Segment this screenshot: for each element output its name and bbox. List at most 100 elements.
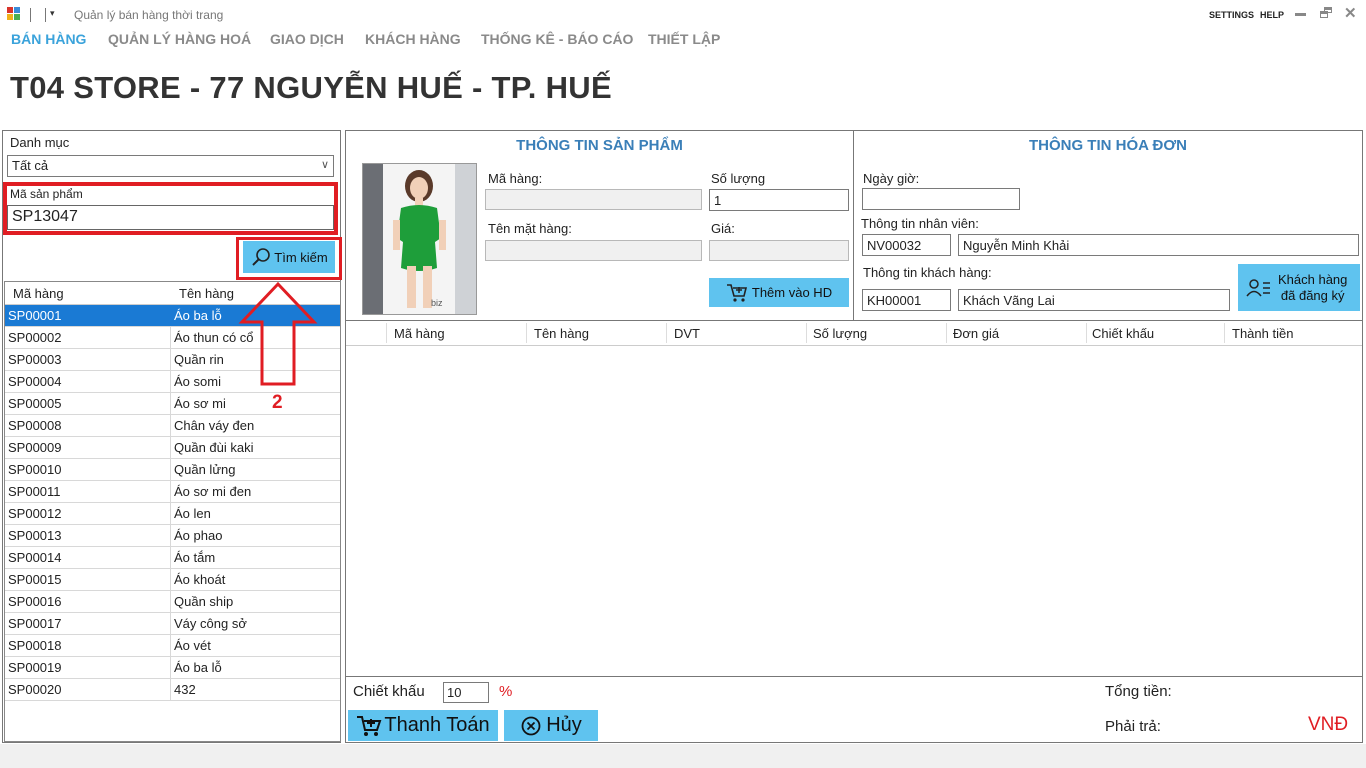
chevron-down-icon: ∨ — [320, 159, 329, 171]
cell-ten-hang: Áo ba lỗ — [174, 660, 222, 675]
status-bar — [0, 744, 1366, 768]
cell-ten-hang: 432 — [174, 682, 196, 697]
cell-ten-hang: Váy công sở — [174, 616, 247, 631]
cancel-button-label: Hủy — [546, 714, 582, 736]
column-header-dvt[interactable]: DVT — [674, 326, 700, 341]
table-row[interactable]: SP00010 Quần lửng — [5, 459, 340, 481]
product-code-input[interactable]: SP13047 — [7, 205, 334, 230]
search-button-label: Tìm kiếm — [274, 249, 328, 265]
cell-ten-hang: Áo vét — [174, 638, 211, 653]
column-header-don-gia[interactable]: Đơn giá — [953, 326, 999, 341]
app-icon — [7, 7, 20, 20]
cell-ten-hang: Áo sơ mi — [174, 396, 226, 411]
total-label: Tổng tiền: — [1105, 683, 1172, 700]
table-row[interactable]: SP00016 Quần ship — [5, 591, 340, 613]
product-name-label: Tên mặt hàng: — [488, 221, 572, 236]
cell-ten-hang: Áo khoát — [174, 572, 226, 587]
column-header-ten-hang[interactable]: Tên hàng — [534, 326, 589, 341]
toolbar-separator — [30, 8, 31, 22]
cell-ma-hang: SP00011 — [5, 481, 172, 502]
table-row[interactable]: SP00011 Áo sơ mi đen — [5, 481, 340, 503]
product-name-field[interactable] — [485, 240, 702, 261]
settings-link[interactable]: SETTINGS — [1209, 10, 1254, 20]
minimize-icon[interactable] — [1295, 13, 1306, 16]
cancel-button[interactable]: Hủy — [504, 710, 598, 741]
product-info-title: THÔNG TIN SẢN PHẨM — [516, 137, 683, 154]
cell-ten-hang: Quần ship — [174, 594, 234, 609]
column-header-ma-hang[interactable]: Mã hàng — [394, 326, 445, 341]
customer-name-field[interactable]: Khách Vãng Lai — [958, 289, 1230, 311]
quick-access-dropdown-icon[interactable]: ▾ — [50, 8, 55, 19]
menu-khach-hang[interactable]: KHÁCH HÀNG — [365, 31, 461, 47]
close-icon[interactable]: ✕ — [1344, 6, 1360, 23]
column-header-chiet-khau[interactable]: Chiết khấu — [1092, 326, 1154, 341]
payable-label: Phải trả: — [1105, 718, 1161, 735]
table-row[interactable]: SP00017 Váy công sở — [5, 613, 340, 635]
product-code-label: Mã sản phẩm — [10, 187, 83, 201]
table-row[interactable]: SP00005 Áo sơ mi — [5, 393, 340, 415]
cell-ma-hang: SP00020 — [5, 679, 172, 700]
search-button[interactable]: Tìm kiếm — [243, 241, 335, 273]
currency-label: VNĐ — [1308, 714, 1349, 735]
cell-ma-hang: SP00008 — [5, 415, 172, 436]
registered-customer-label-2: đã đăng ký — [1280, 287, 1345, 303]
column-header-ma-hang[interactable]: Mã hàng — [5, 282, 171, 304]
table-row[interactable]: SP00014 Áo tắm — [5, 547, 340, 569]
discount-input[interactable]: 10 — [443, 682, 489, 703]
cell-ma-hang: SP00015 — [5, 569, 172, 590]
table-row[interactable]: SP00012 Áo len — [5, 503, 340, 525]
cell-ma-hang: SP00019 — [5, 657, 172, 678]
category-select[interactable]: Tất cả ∨ — [7, 155, 334, 177]
table-row[interactable]: SP00018 Áo vét — [5, 635, 340, 657]
cell-ten-hang: Áo tắm — [174, 550, 216, 565]
datetime-label: Ngày giờ: — [863, 171, 920, 186]
product-code-detail-field[interactable] — [485, 189, 702, 210]
menu-ban-hang[interactable]: BÁN HÀNG — [11, 31, 86, 47]
menu-giao-dich[interactable]: GIAO DỊCH — [270, 31, 344, 47]
staff-name-field[interactable]: Nguyễn Minh Khải — [958, 234, 1359, 256]
product-image: biz — [362, 163, 477, 315]
datetime-field[interactable] — [862, 188, 1020, 210]
cell-ma-hang: SP00018 — [5, 635, 172, 656]
price-field[interactable] — [709, 240, 849, 261]
table-row[interactable]: SP00019 Áo ba lỗ — [5, 657, 340, 679]
table-row[interactable]: SP00020 432 — [5, 679, 340, 701]
restore-icon[interactable] — [1320, 7, 1333, 18]
quantity-input[interactable]: 1 — [709, 189, 849, 211]
invoice-info-title: THÔNG TIN HÓA ĐƠN — [1028, 137, 1188, 154]
pay-button-label: Thanh Toán — [384, 714, 490, 736]
store-title: T04 STORE - 77 NGUYỄN HUẾ - TP. HUẾ — [10, 70, 612, 105]
customer-info-label: Thông tin khách hàng: — [863, 265, 992, 280]
table-row[interactable]: SP00015 Áo khoát — [5, 569, 340, 591]
table-row[interactable]: SP00013 Áo phao — [5, 525, 340, 547]
registered-customer-button[interactable]: Khách hàng đã đăng ký — [1238, 264, 1360, 311]
discount-label: Chiết khấu — [353, 683, 425, 700]
cell-ma-hang: SP00016 — [5, 591, 172, 612]
cell-ten-hang: Quần lửng — [174, 462, 236, 477]
menu-quan-ly-hang-hoa[interactable]: QUẢN LÝ HÀNG HOÁ — [108, 31, 251, 47]
title-bar: ▾ Quản lý bán hàng thời trang SETTINGS H… — [0, 0, 1366, 28]
column-header-so-luong[interactable]: Số lượng — [813, 326, 867, 341]
cell-ma-hang: SP00002 — [5, 327, 172, 348]
cancel-icon — [521, 716, 541, 735]
table-row[interactable]: SP00009 Quần đùi kaki — [5, 437, 340, 459]
staff-id-field[interactable]: NV00032 — [862, 234, 951, 256]
cell-ten-hang: Áo sơ mi đen — [174, 484, 252, 499]
cell-ten-hang: Chân váy đen — [174, 418, 255, 433]
cell-ma-hang: SP00012 — [5, 503, 172, 524]
add-to-invoice-button[interactable]: Thêm vào HD — [709, 278, 849, 307]
menu-thong-ke-bao-cao[interactable]: THỐNG KÊ - BÁO CÁO — [481, 31, 633, 47]
customer-id-field[interactable]: KH00001 — [862, 289, 951, 311]
menu-thiet-lap[interactable]: THIẾT LẬP — [648, 31, 720, 47]
search-icon — [252, 248, 271, 266]
help-link[interactable]: HELP — [1260, 10, 1284, 20]
cell-ten-hang: Quần đùi kaki — [174, 440, 254, 455]
cart-icon — [357, 715, 382, 736]
table-row[interactable]: SP00008 Chân váy đen — [5, 415, 340, 437]
category-value: Tất cả — [12, 158, 49, 173]
annotation-arrow-2 — [238, 281, 318, 386]
pay-button[interactable]: Thanh Toán — [348, 710, 498, 741]
annotation-number-2: 2 — [272, 392, 283, 413]
invoice-detail-table: Mã hàng Tên hàng DVT Số lượng Đơn giá Ch… — [345, 320, 1363, 677]
column-header-thanh-tien[interactable]: Thành tiền — [1232, 326, 1293, 341]
